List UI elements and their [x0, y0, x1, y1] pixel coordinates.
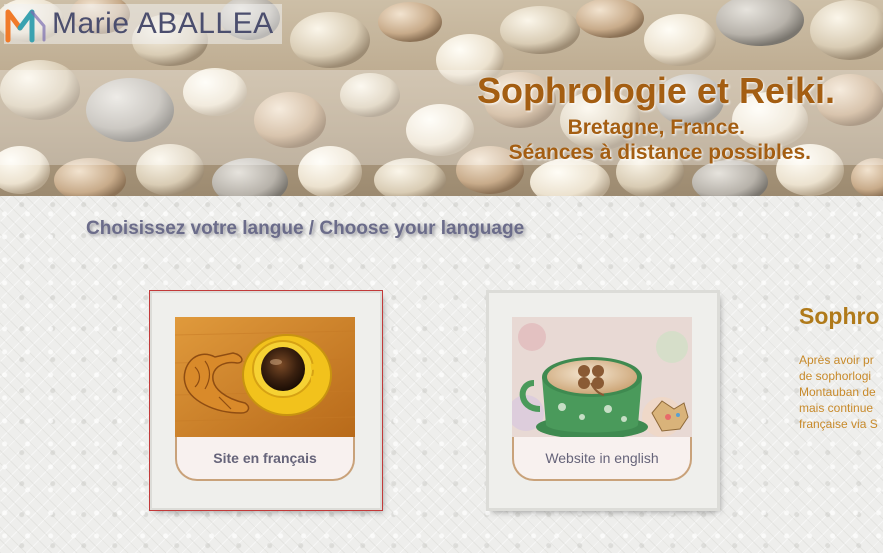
site-title: Sophrologie et Reiki. — [476, 70, 835, 111]
language-heading: Choisissez votre langue / Choose your la… — [86, 218, 525, 239]
side-line: française via S — [799, 417, 878, 431]
side-line: Après avoir pr — [799, 353, 874, 367]
side-line: Montauban de — [799, 385, 876, 399]
french-site-label: Site en français — [175, 437, 355, 481]
logo-m-icon — [5, 9, 46, 43]
side-intro-text: Après avoir pr de sophorlogi Montauban d… — [799, 352, 883, 432]
french-site-card[interactable]: Site en français — [149, 290, 383, 511]
english-site-label: Website in english — [512, 437, 692, 481]
logo-text: Marie ABALLEA — [52, 7, 274, 40]
site-subtitle-location: Bretagne, France. — [567, 116, 745, 139]
side-section-title: Sophro — [799, 303, 880, 329]
english-site-card[interactable]: Website in english — [489, 293, 717, 508]
side-line: mais continue — [799, 401, 874, 415]
croissant-coffee-image — [175, 317, 355, 437]
header-banner: Marie ABALLEA Sophrologie et Reiki. Bret… — [0, 0, 883, 196]
cappuccino-cup-image — [512, 317, 692, 437]
site-subtitle-remote: Séances à distance possibles. — [508, 141, 811, 164]
side-line: de sophorlogi — [799, 369, 872, 383]
site-logo[interactable]: Marie ABALLEA — [4, 4, 282, 44]
